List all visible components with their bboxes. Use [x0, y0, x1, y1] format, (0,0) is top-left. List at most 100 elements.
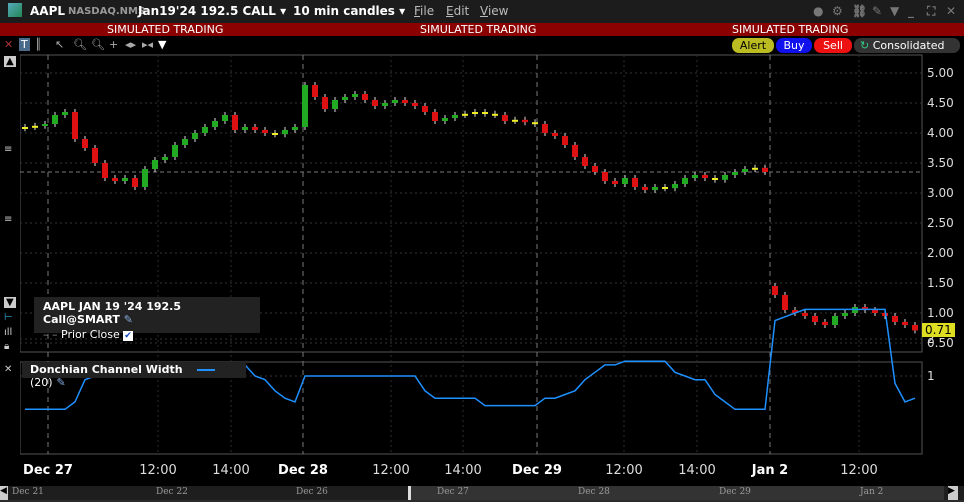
symbol[interactable]: AAPL: [30, 4, 65, 18]
candle: [152, 160, 158, 169]
pin-icon[interactable]: ✎: [872, 4, 882, 18]
contract-selector[interactable]: Jan19'24 192.5 CALL ▾: [138, 4, 286, 18]
y-tick-label: 4.50: [927, 96, 954, 110]
candle: [502, 115, 508, 121]
candle: [492, 113, 498, 116]
candle: [212, 121, 218, 127]
y-tick-label: 2.00: [927, 246, 954, 260]
text-tool-icon[interactable]: T: [19, 38, 30, 51]
candle: [272, 133, 278, 135]
candle: [82, 139, 88, 148]
time-label: Dec 27: [23, 463, 73, 478]
interval-selector[interactable]: 10 min candles ▾: [293, 4, 405, 18]
candle: [432, 112, 438, 121]
y-tick-label: 4.00: [927, 126, 954, 140]
candle: [322, 97, 328, 109]
interval-label: 10 min candles: [293, 4, 395, 18]
candle: [192, 133, 198, 139]
chat-icon[interactable]: ●: [813, 4, 823, 18]
candle: [352, 94, 358, 97]
last-price-tag: 0.71: [922, 323, 955, 337]
legend-edit-icon[interactable]: ✎: [124, 313, 133, 326]
pin-axis-icon[interactable]: ⊢: [4, 312, 13, 323]
prior-close-checkbox[interactable]: ✔: [123, 331, 133, 341]
candle: [552, 133, 558, 136]
close-icon[interactable]: ✕: [946, 4, 956, 18]
banner-text: SIMULATED TRADING: [107, 23, 224, 36]
scroll-handle[interactable]: ≡: [4, 144, 12, 155]
candle: [822, 322, 828, 325]
sell-button[interactable]: Sell: [814, 38, 852, 53]
candle: [42, 124, 48, 126]
candle: [52, 115, 58, 124]
expand-icon[interactable]: ◂▸: [125, 38, 136, 51]
alert-button[interactable]: Alert: [732, 38, 774, 53]
more-dropdown-icon[interactable]: ▼: [158, 38, 166, 51]
candle: [582, 157, 588, 166]
indicator-name: Donchian Channel Width: [30, 363, 183, 376]
line-swatch-icon: [196, 369, 215, 371]
exchange: NASDAQ.NMS: [68, 6, 146, 17]
close-panel-icon[interactable]: ✕: [4, 364, 12, 375]
candle: [702, 175, 708, 178]
candle: [142, 169, 148, 187]
indicator-legend: Donchian Channel Width (20) ✎: [22, 362, 246, 389]
candle: [332, 100, 338, 109]
time-label: Jan 2: [751, 463, 789, 478]
lock-icon[interactable]: 🔒︎: [4, 341, 9, 352]
candle: [892, 316, 898, 322]
zoom-in-icon[interactable]: 🔍︎: [73, 38, 87, 51]
candle: [662, 187, 668, 189]
menu-file[interactable]: File: [414, 4, 434, 18]
candle: [132, 178, 138, 187]
candle: [722, 175, 728, 180]
time-label: 12:00: [139, 463, 177, 478]
maximize-icon[interactable]: ⛶: [927, 4, 935, 19]
banner-text: SIMULATED TRADING: [732, 23, 849, 36]
candle: [252, 127, 258, 130]
consolidated-button[interactable]: ↻ Consolidated: [854, 38, 960, 53]
scroll-handle[interactable]: ≡: [4, 214, 12, 225]
overview-date-label: Dec 27: [437, 487, 469, 497]
minimize-icon[interactable]: _: [908, 4, 914, 18]
bars-icon[interactable]: ║: [35, 38, 42, 51]
crosshair-icon[interactable]: +: [109, 38, 118, 51]
title-bar: AAPL NASDAQ.NMS Jan19'24 192.5 CALL ▾ 10…: [0, 0, 964, 23]
volume-icon[interactable]: ıll: [4, 327, 12, 338]
zoom-out-icon[interactable]: 🔍︎: [91, 38, 105, 51]
menu-edit[interactable]: Edit: [446, 4, 469, 18]
candle: [472, 112, 478, 114]
scroll-down-icon[interactable]: ▼: [4, 297, 16, 308]
candle: [172, 145, 178, 157]
time-label: 12:00: [372, 463, 410, 478]
gear-icon[interactable]: ⚙: [832, 4, 843, 18]
overview-date-label: Dec 29: [719, 487, 751, 497]
cursor-icon[interactable]: ↖: [55, 38, 64, 51]
scroll-right-icon[interactable]: ▶: [948, 486, 958, 500]
contract-label: Jan19'24 192.5 CALL: [138, 4, 276, 18]
indicator-tick-label: 1: [927, 369, 935, 383]
app-logo-icon: [8, 3, 22, 17]
dropdown-icon[interactable]: ▼: [890, 4, 899, 18]
overview-date-label: Dec 21: [12, 487, 44, 497]
candle: [742, 169, 748, 172]
scroll-left-icon[interactable]: ◀: [0, 486, 8, 500]
time-label: 14:00: [678, 463, 716, 478]
candle: [562, 136, 568, 145]
candle: [392, 100, 398, 103]
candle: [512, 119, 518, 122]
buy-button[interactable]: Buy: [776, 38, 812, 53]
time-label: 14:00: [212, 463, 250, 478]
candle: [372, 100, 378, 106]
compress-icon[interactable]: ▸◂: [142, 38, 153, 51]
price-chart[interactable]: 5.004.504.003.503.002.502.001.501.000.50…: [20, 54, 964, 456]
indicator-edit-icon[interactable]: ✎: [56, 376, 65, 389]
candle: [712, 178, 718, 180]
overview-scrollbar[interactable]: ◀ ▶ Dec 21 Dec 22 Dec 26 Dec 27 Dec 28 Dec 29…: [0, 486, 964, 500]
scroll-up-icon[interactable]: ▲: [4, 56, 16, 67]
refresh-icon: ↻: [860, 39, 870, 52]
link-icon[interactable]: ⛓: [852, 4, 867, 18]
close-icon[interactable]: ✕: [4, 38, 13, 51]
candle: [202, 127, 208, 133]
menu-view[interactable]: View: [480, 4, 508, 18]
